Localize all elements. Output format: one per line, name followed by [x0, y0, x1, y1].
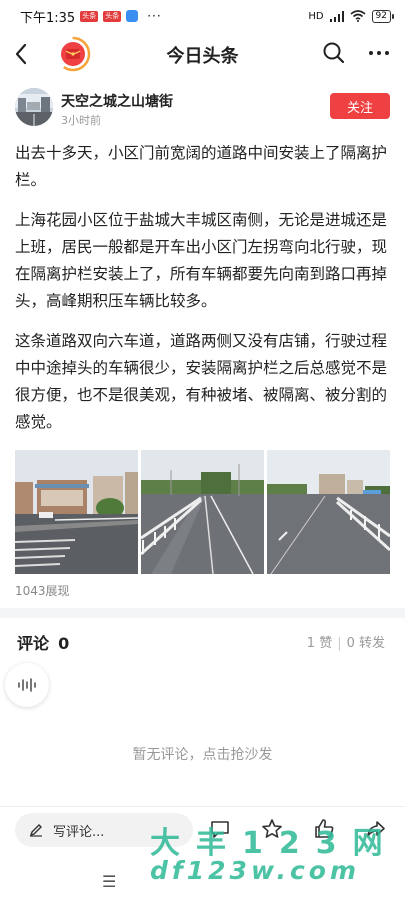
toutiao-notification-icon-2: 头条 — [103, 10, 122, 22]
repost-count[interactable]: 0 转发 — [347, 636, 385, 651]
like-count[interactable]: 1 赞 — [307, 636, 332, 651]
comments-title: 评论 — [17, 634, 50, 653]
pen-icon — [29, 824, 42, 837]
publish-time: 3小时前 — [61, 114, 101, 127]
article-images — [15, 450, 390, 574]
author-row: 天空之城之山塘街 3小时前 关注 — [15, 88, 390, 130]
system-nav-bar: ☰ — [0, 870, 405, 900]
view-count: 1043展现 — [15, 584, 70, 598]
share-icon[interactable] — [364, 817, 388, 841]
comments-header: 评论 0 1 赞 | 0 转发 — [17, 630, 387, 654]
app-notification-icon — [126, 10, 139, 22]
comment-input[interactable]: 写评论... — [15, 813, 193, 847]
wifi-icon — [350, 10, 366, 22]
section-divider — [0, 608, 405, 618]
avatar[interactable] — [15, 88, 53, 126]
article-body: 出去十多天，小区门前宽阔的道路中间安装上了隔离护栏。 上海花园小区位于盐城大丰城… — [15, 140, 393, 449]
empty-comments-text[interactable]: 暂无评论，点击抢沙发 — [0, 744, 405, 764]
comment-placeholder: 写评论... — [53, 824, 105, 840]
thumbs-up-icon[interactable] — [312, 817, 336, 841]
author-name[interactable]: 天空之城之山塘街 — [61, 91, 173, 111]
signal-icon — [329, 10, 344, 22]
comment-icon[interactable] — [208, 817, 232, 841]
article-image-road-guardrail[interactable] — [141, 450, 264, 574]
audio-wave-icon — [18, 678, 36, 692]
search-icon[interactable] — [321, 40, 347, 66]
more-icon[interactable] — [366, 40, 392, 66]
nav-bar: 今日头条 — [0, 32, 405, 76]
comments-count: 0 — [58, 634, 70, 653]
article-paragraph: 这条道路双向六车道，道路两侧又没有店铺，行驶过程中中途掉头的车辆很少，安装隔离护… — [15, 332, 388, 431]
battery-indicator: 92 — [371, 9, 395, 23]
star-icon[interactable] — [260, 817, 284, 841]
follow-button[interactable]: 关注 — [330, 93, 390, 119]
status-bar: 下午1:35 头条 头条 ··· HD 92 — [0, 0, 405, 32]
status-time: 下午1:35 — [20, 10, 76, 26]
voice-read-button[interactable] — [5, 663, 49, 707]
bottom-bar: 写评论... — [0, 806, 405, 854]
article-image-road-view[interactable] — [267, 450, 390, 574]
article-paragraph: 上海花园小区位于盐城大丰城区南侧，无论是进城还是上班，居民一般都是开车出小区门左… — [15, 211, 388, 310]
toutiao-notification-icon: 头条 — [80, 10, 99, 22]
network-hd-label: HD — [308, 10, 324, 22]
article-image-gate[interactable] — [15, 450, 138, 574]
more-notifications-icon: ··· — [147, 9, 162, 23]
menu-icon[interactable]: ☰ — [102, 872, 116, 891]
comments-stats: 1 赞 | 0 转发 — [306, 636, 385, 651]
article-paragraph: 出去十多天，小区门前宽阔的道路中间安装上了隔离护栏。 — [15, 144, 388, 189]
